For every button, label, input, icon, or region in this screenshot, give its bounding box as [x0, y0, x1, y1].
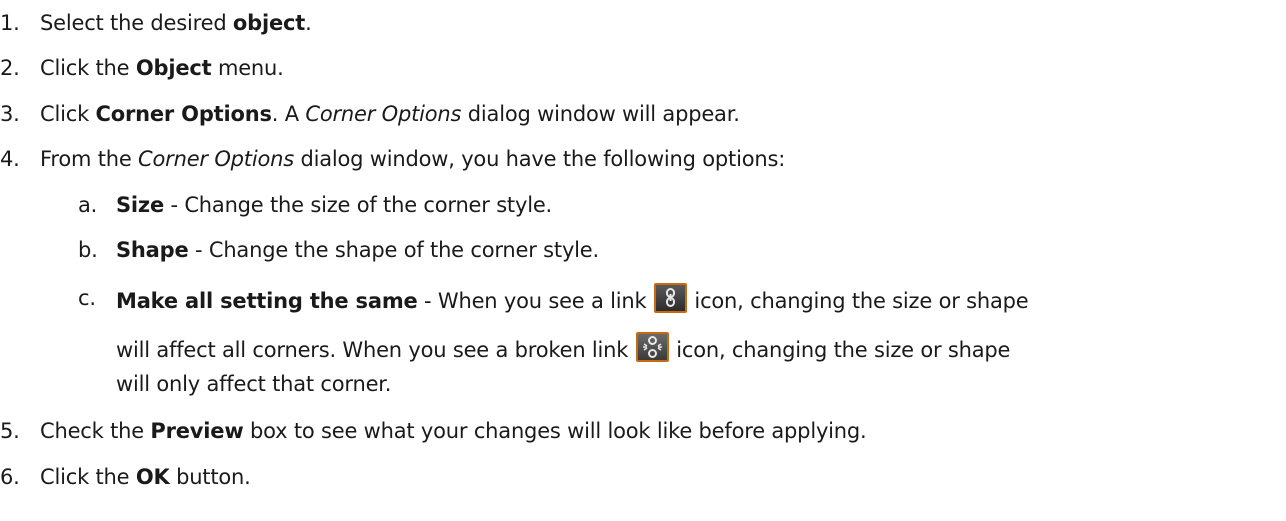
substep-keyword: Shape: [116, 238, 189, 262]
substep-letter: b.: [78, 238, 98, 262]
broken-link-icon: [635, 332, 669, 362]
step-text-part: button.: [169, 465, 251, 489]
substep-text: Make all setting the same - When you see…: [116, 283, 1029, 316]
step-text-part: box to see what your changes will look l…: [243, 419, 867, 443]
step-text: Select the desired object.: [40, 8, 312, 38]
step-text-part: From the: [40, 147, 139, 171]
broken-link-icon-glyph: [642, 336, 662, 358]
substep-text-part: - Change the size of the corner style.: [164, 193, 553, 217]
substep-text: Size - Change the size of the corner sty…: [116, 190, 552, 220]
step-number: 6.: [0, 465, 20, 489]
step-number: 4.: [0, 147, 20, 171]
step-text-part: dialog window will appear.: [461, 102, 740, 126]
step-keyword: OK: [135, 465, 170, 489]
step-text-part: Click the: [40, 56, 136, 80]
substep-letter: a.: [78, 193, 98, 217]
step-dialog-name: Corner Options: [305, 102, 462, 126]
step-text-part: menu.: [211, 56, 284, 80]
step-keyword: Preview: [150, 419, 244, 443]
link-icon-glyph: [665, 288, 675, 307]
step-text: From the Corner Options dialog window, y…: [40, 144, 785, 174]
step-number: 3.: [0, 102, 20, 126]
step-number: 1.: [0, 11, 20, 35]
substep-text-part: - When you see a link: [417, 289, 653, 313]
step-text: Click the Object menu.: [40, 53, 284, 83]
substep-keyword: Size: [116, 193, 164, 217]
substep-text: will affect all corners. When you see a …: [116, 332, 1010, 365]
step-dialog-name: Corner Options: [138, 147, 294, 171]
substep-text-part: icon, changing the size or shape: [687, 289, 1029, 313]
substep-letter: c.: [78, 286, 96, 310]
step-number: 5.: [0, 419, 20, 443]
step-text: Click Corner Options. A Corner Options d…: [40, 99, 740, 129]
step-number: 2.: [0, 56, 20, 80]
step-text-part: Click: [40, 102, 96, 126]
substep-text-part: - Change the shape of the corner style.: [188, 238, 600, 262]
substep-keyword: Make all setting the same: [116, 289, 418, 313]
step-text: Check the Preview box to see what your c…: [40, 416, 867, 446]
substep-text: Shape - Change the shape of the corner s…: [116, 235, 599, 265]
step-text: Click the OK button.: [40, 462, 251, 492]
substep-text-part: icon, changing the size or shape: [669, 338, 1011, 362]
instructions-document: 1. Select the desired object. 2. Click t…: [0, 0, 1286, 521]
step-text-part: Click the: [40, 465, 136, 489]
step-text-part: Select the desired: [40, 11, 233, 35]
substep-text-part: will affect all corners. When you see a …: [116, 338, 635, 362]
substep-text: will only affect that corner.: [116, 372, 392, 396]
step-text-part: dialog window, you have the following op…: [293, 147, 786, 171]
step-keyword: Corner Options: [95, 102, 272, 126]
link-icon: [653, 283, 687, 313]
step-text-part: . A: [271, 102, 306, 126]
step-text-part: Check the: [40, 419, 151, 443]
step-keyword: Object: [135, 56, 212, 80]
step-text-part: .: [305, 11, 312, 35]
step-keyword: object: [232, 11, 306, 35]
